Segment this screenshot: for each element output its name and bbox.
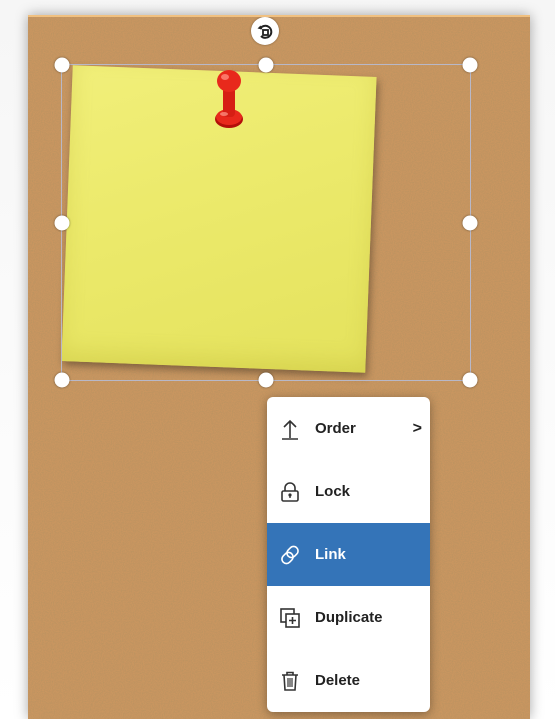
menu-item-link[interactable]: Link: [267, 523, 430, 586]
rotate-icon: [257, 24, 273, 39]
menu-item-delete[interactable]: Delete: [267, 649, 430, 712]
menu-item-label: Delete: [315, 672, 361, 689]
arrow-up-icon: [279, 418, 301, 440]
context-menu: Order > Lock Link Duplicate Delete: [267, 397, 430, 712]
menu-item-duplicate[interactable]: Duplicate: [267, 586, 430, 649]
resize-handle-right[interactable]: [462, 215, 478, 230]
resize-handle-bottom-left[interactable]: [54, 372, 70, 388]
menu-item-label: Lock: [315, 483, 351, 500]
menu-item-label: Link: [315, 546, 346, 563]
rotate-handle[interactable]: [251, 17, 279, 45]
menu-item-lock[interactable]: Lock: [267, 460, 430, 523]
resize-handle-top-right[interactable]: [462, 57, 478, 73]
resize-handle-left[interactable]: [54, 215, 70, 230]
menu-item-label: Duplicate: [315, 609, 383, 626]
resize-handle-top-left[interactable]: [54, 57, 70, 73]
lock-icon: [279, 481, 301, 503]
duplicate-icon: [279, 607, 301, 629]
trash-icon: [279, 670, 301, 692]
menu-item-order[interactable]: Order >: [267, 397, 430, 460]
resize-handle-top[interactable]: [258, 57, 274, 73]
selection-box[interactable]: [54, 57, 478, 388]
chevron-right-icon: >: [412, 419, 422, 437]
corkboard-canvas[interactable]: Order > Lock Link Duplicate Delete: [28, 15, 530, 719]
resize-handle-bottom-right[interactable]: [462, 372, 478, 388]
app-frame: Order > Lock Link Duplicate Delete: [0, 0, 555, 719]
link-icon: [279, 544, 301, 566]
resize-handle-bottom[interactable]: [258, 372, 274, 388]
menu-item-label: Order: [315, 420, 356, 437]
